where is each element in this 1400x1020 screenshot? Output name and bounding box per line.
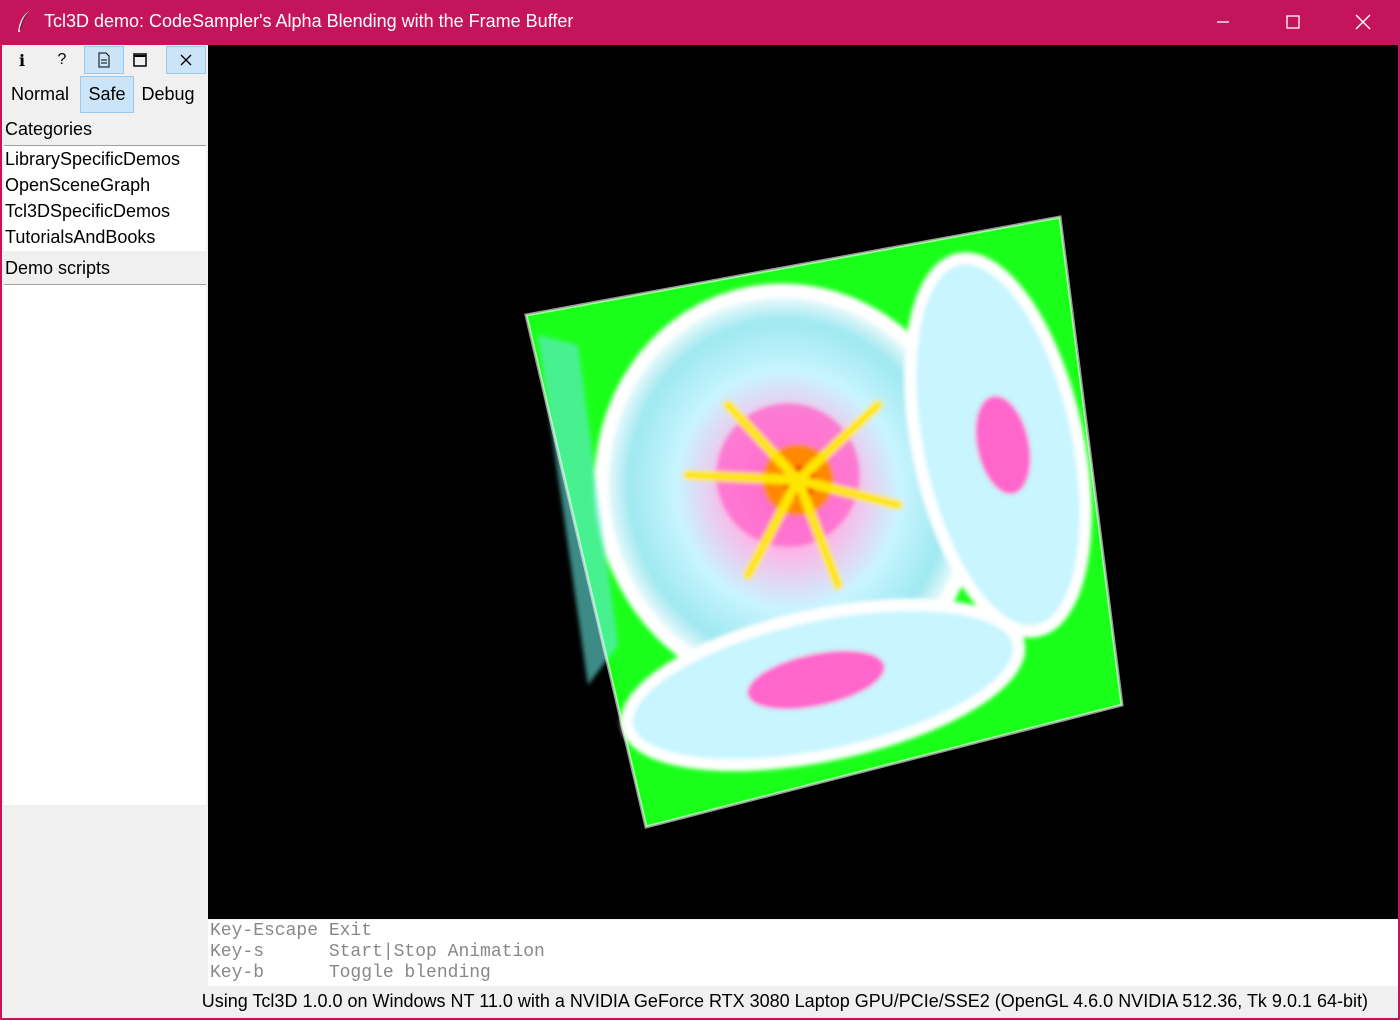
feather-icon — [18, 11, 29, 32]
opengl-canvas[interactable] — [208, 45, 1398, 919]
category-item[interactable]: TutorialsAndBooks — [4, 224, 206, 250]
category-item[interactable]: Tcl3DSpecificDemos — [4, 198, 206, 224]
status-text: Using Tcl3D 1.0.0 on Windows NT 11.0 wit… — [201, 991, 1368, 1011]
minimize-icon — [1217, 21, 1229, 23]
mode-safe-button[interactable]: Safe — [80, 76, 134, 113]
category-item[interactable]: LibrarySpecificDemos — [4, 146, 206, 172]
help-button[interactable]: ? — [42, 46, 82, 74]
mode-debug-button[interactable]: Debug — [136, 76, 200, 113]
close-icon — [180, 54, 192, 66]
category-item[interactable]: OpenSceneGraph — [4, 172, 206, 198]
console-line: Key-s Start|Stop Animation — [210, 942, 545, 962]
maximize-icon — [1286, 15, 1300, 29]
app-window: Tcl3D demo: CodeSampler's Alpha Blending… — [0, 0, 1400, 1020]
exit-button[interactable] — [166, 46, 206, 74]
sidebar: i ? Normal Safe Debug Categories Library… — [2, 45, 208, 986]
console-line: Key-Escape Exit — [210, 921, 373, 941]
demo-scripts-list[interactable] — [4, 284, 206, 805]
info-button[interactable]: i — [2, 46, 42, 74]
document-icon — [98, 52, 110, 68]
close-button[interactable] — [1328, 0, 1398, 44]
info-icon: i — [18, 50, 26, 70]
close-icon — [1355, 14, 1371, 30]
mode-normal-button[interactable]: Normal — [4, 76, 76, 113]
title-bar[interactable]: Tcl3D demo: CodeSampler's Alpha Blending… — [0, 0, 1400, 44]
categories-label: Categories — [5, 119, 93, 139]
categories-list[interactable]: LibrarySpecificDemos OpenSceneGraph Tcl3… — [4, 145, 206, 251]
help-console[interactable]: Key-Escape Exit Key-s Start|Stop Animati… — [208, 920, 1398, 986]
window-title: Tcl3D demo: CodeSampler's Alpha Blending… — [44, 11, 574, 31]
demo-scripts-label: Demo scripts — [5, 258, 111, 278]
window-button[interactable] — [120, 46, 160, 74]
open-document-button[interactable] — [84, 46, 124, 74]
status-bar: Using Tcl3D 1.0.0 on Windows NT 11.0 wit… — [2, 986, 1398, 1018]
maximize-button[interactable] — [1258, 0, 1328, 44]
toolbar: i ? — [2, 45, 208, 75]
console-line: Key-b Toggle blending — [210, 963, 491, 983]
mode-selector: Normal Safe Debug — [2, 76, 208, 114]
minimize-button[interactable] — [1188, 0, 1258, 44]
help-icon: ? — [57, 51, 67, 68]
window-icon — [133, 53, 147, 67]
client-area: i ? Normal Safe Debug Categories Library… — [2, 45, 1398, 1018]
rotating-cube — [524, 215, 1124, 829]
